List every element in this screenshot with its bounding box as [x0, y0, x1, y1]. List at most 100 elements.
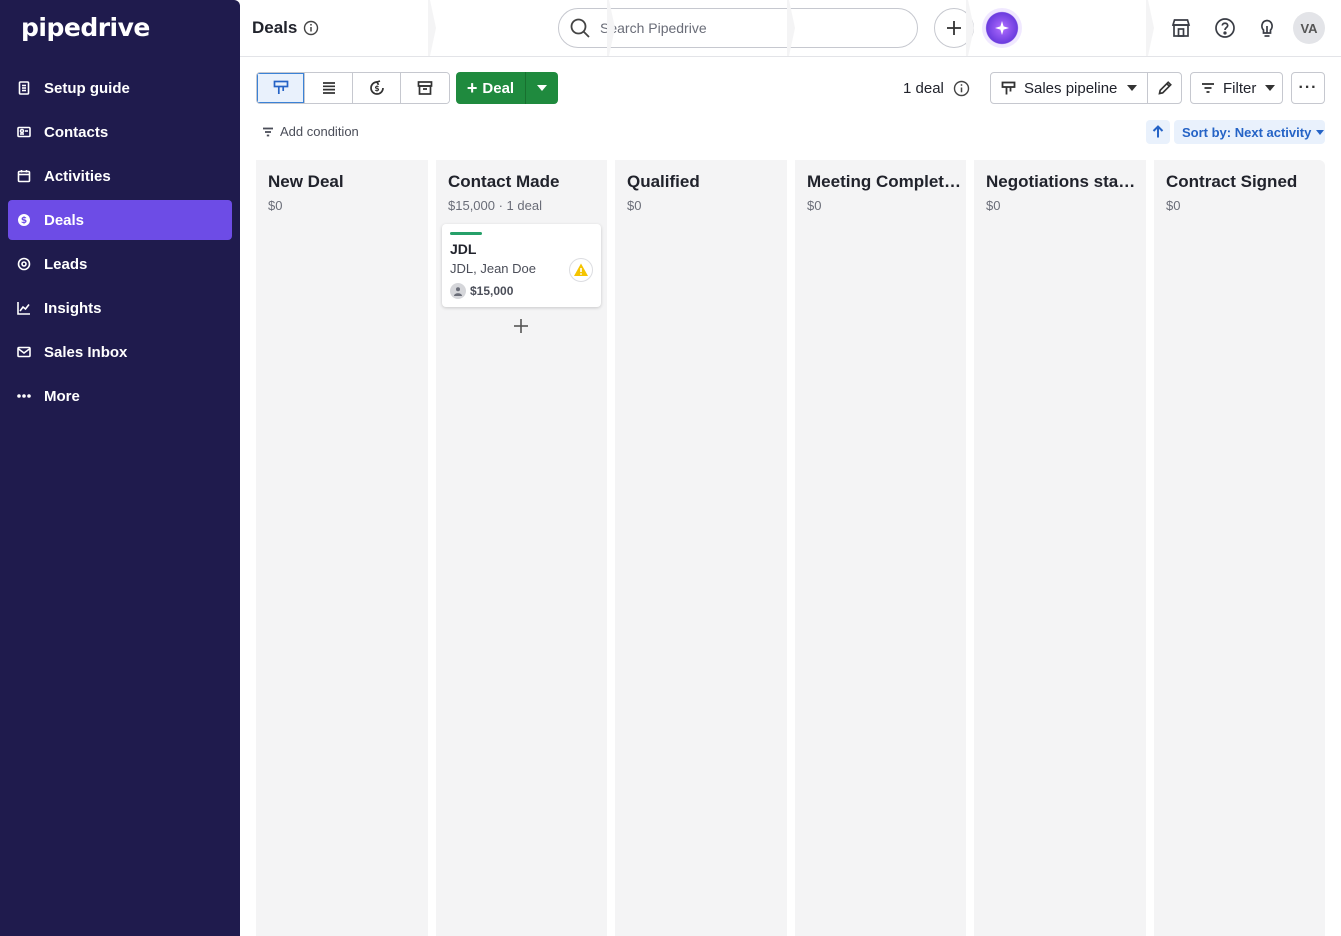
view-switcher: $ [256, 72, 450, 104]
stage-column-negotiations-started: Negotiations start... $0 [974, 160, 1146, 936]
plus-icon [514, 319, 528, 333]
archive-view-button[interactable] [401, 73, 449, 103]
user-avatar[interactable]: VA [1293, 12, 1325, 44]
pipedrive-logo[interactable]: pipedrive [21, 13, 150, 42]
more-dots-icon [17, 389, 31, 403]
sidebar: pipedrive Setup guide Contacts Activitie… [0, 0, 240, 936]
sort-by-dropdown[interactable]: Sort by: Next activity [1174, 120, 1325, 144]
leads-icon [17, 257, 31, 271]
search-icon [570, 18, 590, 38]
filter-icon [263, 127, 273, 136]
sidebar-item-label: Leads [44, 255, 88, 273]
deal-card-subtitle: JDL, Jean Doe [450, 261, 536, 276]
stage-summary: $0 [807, 198, 822, 213]
pipeline-select[interactable]: Sales pipeline [990, 72, 1148, 104]
stage-summary: $0 [627, 198, 642, 213]
stage-column-meeting-completed: Meeting Completed $0 [795, 160, 966, 936]
sidebar-item-insights[interactable]: Insights [8, 288, 232, 328]
lightbulb-icon[interactable] [1255, 16, 1279, 40]
svg-text:$: $ [21, 216, 27, 226]
sidebar-item-label: Contacts [44, 123, 109, 141]
info-icon[interactable] [303, 20, 319, 36]
person-icon [450, 283, 466, 299]
pipeline-view-button[interactable] [257, 73, 305, 103]
contacts-icon [17, 125, 31, 139]
more-options-button[interactable]: ··· [1291, 72, 1325, 104]
stage-column-contract-signed: Contract Signed $0 [1154, 160, 1325, 936]
sort-by-label: Sort by: Next activity [1182, 124, 1312, 140]
stage-title: Qualified [627, 172, 700, 191]
caret-down-icon [1265, 85, 1276, 91]
caret-down-icon [1316, 129, 1325, 135]
stage-summary: $0 [1166, 198, 1181, 213]
add-deal-label: Deal [482, 79, 515, 97]
stage-title: Meeting Completed [807, 172, 961, 191]
more-dots-icon: ··· [1298, 79, 1318, 96]
sparkle-icon [995, 21, 1009, 35]
sidebar-item-deals[interactable]: $ Deals [8, 200, 232, 240]
sidebar-item-label: Insights [44, 299, 102, 317]
stage-title: Negotiations start... [986, 172, 1140, 191]
mail-icon [17, 345, 31, 359]
add-deal-dropdown-button[interactable] [526, 72, 558, 104]
activities-icon [17, 169, 31, 183]
add-deal-to-stage-button[interactable] [511, 316, 531, 336]
insights-icon [17, 301, 31, 315]
setup-guide-icon [17, 81, 31, 95]
page-title-text: Deals [252, 18, 298, 37]
forecast-view-icon: $ [369, 80, 384, 95]
sidebar-item-label: Activities [44, 167, 111, 185]
search-input[interactable] [600, 20, 890, 36]
stage-summary: $0 [986, 198, 1001, 213]
plus-icon: + [466, 77, 478, 98]
deals-icon: $ [17, 213, 31, 227]
sidebar-nav: Setup guide Contacts Activities $ Deals … [8, 68, 232, 420]
help-icon[interactable] [1213, 16, 1237, 40]
stage-title: New Deal [268, 172, 344, 191]
filter-label: Filter [1223, 79, 1257, 97]
list-view-button[interactable] [305, 73, 353, 103]
pipeline-icon [1001, 81, 1016, 94]
deal-card[interactable]: JDL JDL, Jean Doe $15,000 [442, 224, 601, 307]
deal-card-title: JDL [450, 241, 477, 257]
page-title: Deals [252, 18, 319, 38]
add-condition-button[interactable]: Add condition [262, 124, 359, 139]
filter-icon [1202, 83, 1214, 93]
sidebar-item-contacts[interactable]: Contacts [8, 112, 232, 152]
stage-summary: $0 [268, 198, 283, 213]
stage-summary: $15,000 · 1 deal [448, 198, 542, 213]
activity-warning-button[interactable] [569, 258, 593, 282]
pencil-icon [1157, 81, 1172, 95]
deal-status-bar [450, 232, 482, 235]
filter-button[interactable]: Filter [1190, 72, 1283, 104]
sidebar-item-label: Setup guide [44, 79, 130, 97]
stage-column-qualified: Qualified $0 [615, 160, 787, 936]
add-condition-label: Add condition [280, 124, 359, 139]
sidebar-item-label: Sales Inbox [44, 343, 128, 361]
sidebar-item-label: More [44, 387, 80, 405]
add-deal-button[interactable]: + Deal [456, 72, 526, 104]
sidebar-item-label: Deals [44, 211, 85, 229]
pipeline-view-icon [273, 80, 288, 94]
deal-card-value: $15,000 [470, 284, 514, 298]
caret-down-icon [1127, 85, 1138, 91]
pipeline-select-label: Sales pipeline [1024, 79, 1118, 97]
add-deal-button-group: + Deal [456, 72, 558, 104]
list-view-icon [322, 82, 335, 94]
marketplace-icon[interactable] [1169, 16, 1193, 40]
plus-icon [947, 21, 961, 35]
svg-text:$: $ [374, 84, 379, 93]
stage-title: Contract Signed [1166, 172, 1298, 191]
forecast-view-button[interactable]: $ [353, 73, 401, 103]
deal-count: 1 deal [903, 80, 944, 97]
ai-assistant-button[interactable] [982, 8, 1022, 48]
sidebar-item-activities[interactable]: Activities [8, 156, 232, 196]
sidebar-item-more[interactable]: More [8, 376, 232, 416]
caret-down-icon [537, 85, 547, 91]
sidebar-item-setup-guide[interactable]: Setup guide [8, 68, 232, 108]
warning-icon [574, 263, 588, 276]
sidebar-item-sales-inbox[interactable]: Sales Inbox [8, 332, 232, 372]
sidebar-item-leads[interactable]: Leads [8, 244, 232, 284]
stage-column-new-deal: New Deal $0 [256, 160, 428, 936]
stage-title: Contact Made [448, 172, 560, 191]
